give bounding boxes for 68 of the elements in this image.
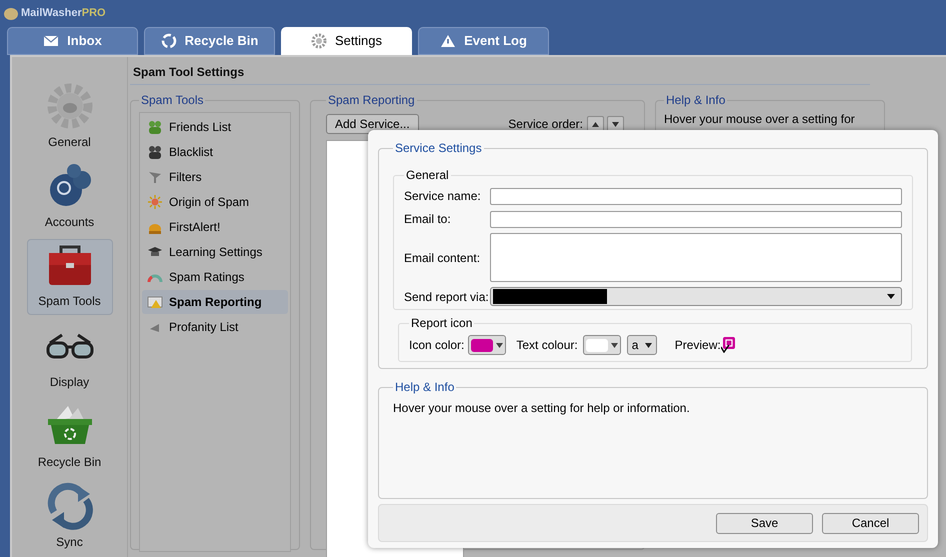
color-swatch [586,338,608,352]
caret-icon [887,294,895,299]
tool-item[interactable]: FirstAlert! [142,215,288,239]
people-icon [147,119,163,135]
group-title: Report icon [411,316,472,330]
caret-icon [496,342,504,348]
tab[interactable]: Recycle Bin [144,27,275,55]
group-title: General [406,168,449,182]
tool-item[interactable]: Profanity List [142,315,288,339]
text-colour-picker[interactable] [582,335,621,355]
recycle-icon [160,33,177,49]
tool-item[interactable]: Spam Ratings [142,265,288,289]
icon-color-picker[interactable] [468,335,506,355]
dialog-button[interactable]: Cancel [822,512,919,534]
caret-icon [610,342,618,348]
logo-icon [4,8,18,20]
text-area[interactable] [490,233,902,282]
nav-item[interactable]: Accounts [26,159,112,235]
nav-item[interactable]: Display [26,319,112,395]
text-field[interactable] [490,188,902,204]
warning-icon [440,33,456,49]
gear-icon [46,82,94,130]
dialog-button[interactable]: Save [716,512,813,534]
field-label: Service name: [404,188,482,205]
icon-color-label: Icon color: [409,337,464,354]
nav-item[interactable]: General [26,79,112,155]
help-text: Hover your mouse over a setting for [664,112,856,126]
group-title: Help & Info [666,93,726,107]
glasses-icon [46,333,94,359]
people-icon [147,144,163,160]
add-service-button[interactable]: Add Service... [326,114,419,134]
tool-item[interactable]: Spam Reporting [142,290,288,314]
letter-dropdown[interactable]: a [626,335,657,355]
section-title: Spam Tool Settings [133,64,244,81]
group-title: Spam Reporting [328,93,415,107]
tool-item[interactable]: Origin of Spam [142,190,288,214]
settings-icon [311,33,327,49]
nav-item[interactable]: Sync [26,479,112,555]
up-arrow-icon [592,122,599,126]
dropdown[interactable] [490,287,902,306]
tool-item[interactable]: Blacklist [142,140,288,164]
tool-item[interactable]: Filters [142,165,288,189]
preview-label: Preview: [674,337,721,354]
dialog-title: Service Settings [395,141,482,155]
tool-item[interactable]: Learning Settings [142,240,288,264]
tab[interactable]: Event Log [418,27,549,55]
nav-item[interactable]: Recycle Bin [26,399,112,475]
caret-icon [644,342,652,348]
text-field[interactable] [490,210,902,228]
text-colour-label: Text colour: [516,337,578,354]
field-label: Email content: [404,250,482,266]
color-swatch [471,338,494,352]
field-label: Email to: [404,211,452,228]
sync-icon [46,482,94,530]
down-arrow-icon [612,122,619,126]
group-title: Spam Tools [141,93,204,107]
sun-icon [147,194,163,210]
tab[interactable]: Inbox [7,27,138,55]
funnel-icon [147,169,163,185]
tab[interactable]: Settings [281,27,412,55]
group-title: Help & Info [395,380,454,394]
tool-item[interactable]: Friends List [142,115,288,139]
nav-item[interactable]: Spam Tools [26,239,112,315]
service-order-label: Service order: [508,116,583,133]
app-title: MailWasherPRO [21,6,106,22]
help-text: Hover your mouse over a setting for help or information. [393,400,691,417]
field-label: Send report via: [404,288,490,306]
preview-icon [720,337,735,353]
